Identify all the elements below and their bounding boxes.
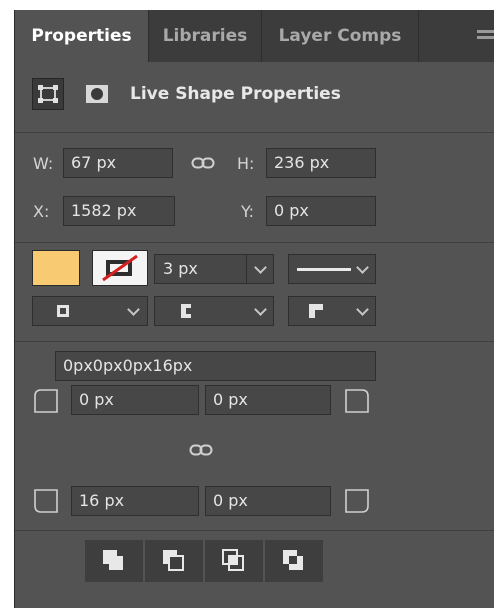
corner-bottom-right-field[interactable]: 0 px [205, 486, 331, 516]
height-field[interactable]: 236 px [266, 148, 376, 178]
subtract-front-shape-icon [163, 550, 184, 571]
divider [15, 132, 494, 133]
height-label: H: [237, 154, 255, 173]
chevron-down-icon [127, 303, 140, 316]
chevron-down-icon [254, 261, 267, 274]
intersect-shapes-button[interactable] [205, 540, 263, 582]
properties-panel: Properties Libraries Layer Comps Live Sh… [14, 10, 494, 608]
x-label: X: [33, 202, 50, 221]
corner-top-right-icon [343, 386, 371, 420]
stroke-align-dropdown[interactable] [32, 296, 148, 326]
tab-layer-comps[interactable]: Layer Comps [262, 10, 418, 62]
stroke-color-swatch[interactable] [92, 250, 148, 286]
link-dimensions-icon[interactable] [191, 155, 215, 174]
line-cap-icon [181, 304, 191, 318]
subtract-front-shape-button[interactable] [145, 540, 203, 582]
x-position-field[interactable]: 1582 px [63, 196, 175, 226]
corner-top-left-icon [32, 386, 60, 420]
tab-properties[interactable]: Properties [15, 10, 148, 62]
stroke-line-preview [297, 268, 351, 271]
divider [15, 341, 494, 342]
stroke-align-inside-icon [57, 305, 69, 317]
corner-bottom-left-field[interactable]: 16 px [71, 486, 199, 516]
chevron-down-icon [254, 303, 267, 316]
stroke-type-dropdown[interactable] [288, 254, 376, 284]
tab-libraries[interactable]: Libraries [149, 10, 261, 62]
stroke-width-dropdown[interactable]: 3 px [154, 254, 274, 284]
width-field[interactable]: 67 px [63, 148, 173, 178]
panel-tab-bar: Properties Libraries Layer Comps [15, 10, 494, 62]
chevron-down-icon [356, 261, 369, 274]
exclude-overlapping-icon [283, 550, 303, 570]
line-join-dropdown[interactable] [288, 296, 376, 326]
y-position-field[interactable]: 0 px [266, 196, 376, 226]
section-title: Live Shape Properties [130, 84, 341, 104]
line-cap-dropdown[interactable] [154, 296, 274, 326]
combine-shapes-button[interactable] [85, 540, 143, 582]
corner-bottom-right-icon [343, 486, 371, 520]
width-label: W: [33, 154, 54, 173]
exclude-overlapping-button[interactable] [265, 540, 323, 582]
intersect-shapes-icon [222, 549, 244, 571]
fill-color-swatch[interactable] [32, 250, 80, 286]
divider [15, 242, 494, 243]
corner-radius-all-field[interactable]: 0px0px0px16px [55, 351, 376, 381]
corner-top-left-field[interactable]: 0 px [71, 385, 199, 415]
combine-shapes-icon [103, 550, 123, 570]
link-corners-icon[interactable] [189, 442, 213, 461]
y-label: Y: [241, 202, 255, 221]
line-join-icon [309, 304, 323, 318]
panel-menu-icon[interactable] [477, 30, 494, 44]
corner-top-right-field[interactable]: 0 px [205, 385, 331, 415]
stroke-width-value: 3 px [163, 259, 198, 278]
mask-icon[interactable] [83, 80, 111, 108]
chevron-down-icon [356, 303, 369, 316]
corner-bottom-left-icon [32, 486, 60, 520]
divider [15, 530, 494, 531]
live-shape-icon[interactable] [32, 78, 64, 110]
